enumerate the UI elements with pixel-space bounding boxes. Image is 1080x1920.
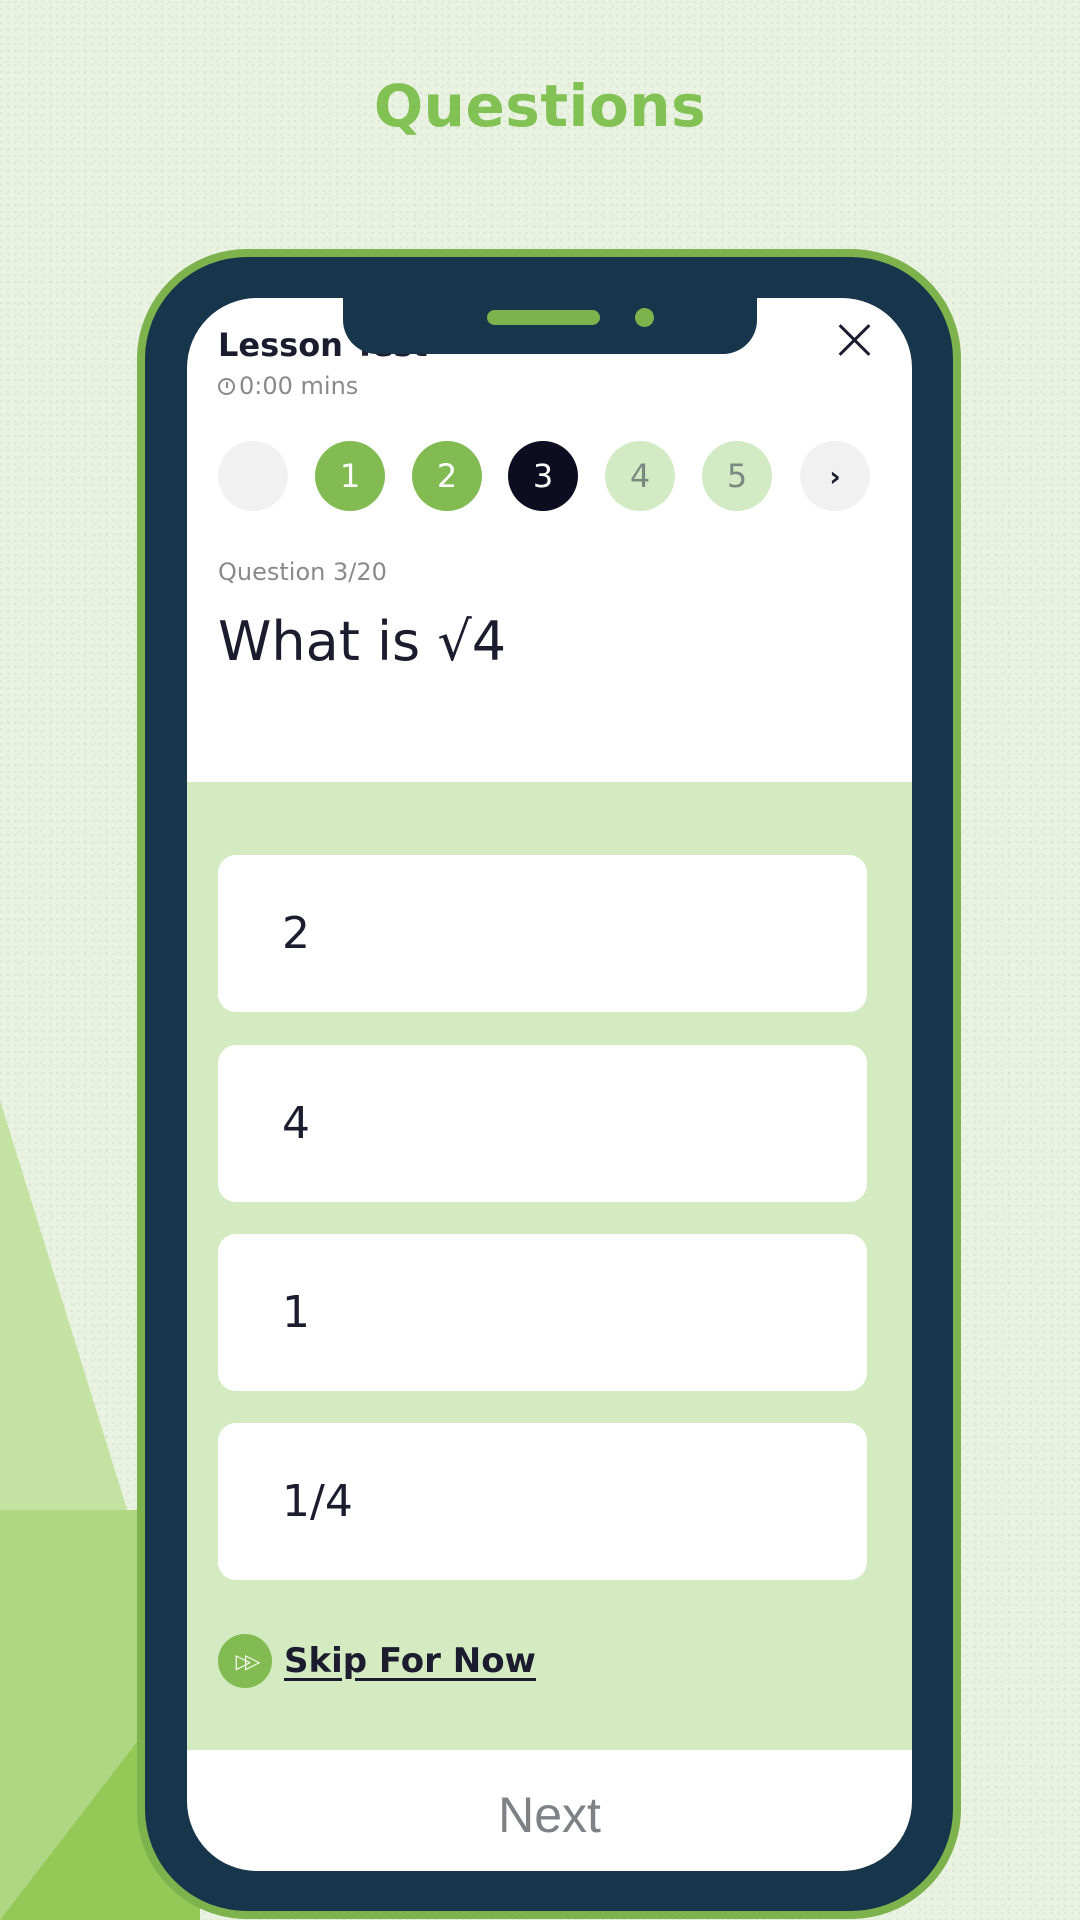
phone-frame: Lesson Test 0:00 mins 1 2 3 4 5 › Questi… xyxy=(137,249,961,1919)
skip-label: Skip For Now xyxy=(284,1641,536,1681)
answer-option[interactable]: 4 xyxy=(218,1045,867,1202)
answers-panel: 2 4 1 1/4 ▷▷ Skip For Now xyxy=(187,782,912,1750)
close-button[interactable] xyxy=(834,318,876,360)
step-previous[interactable] xyxy=(218,441,288,511)
question-stepper: 1 2 3 4 5 › xyxy=(218,441,883,511)
timer: 0:00 mins xyxy=(218,372,358,400)
step-3[interactable]: 3 xyxy=(508,441,578,511)
step-2[interactable]: 2 xyxy=(412,441,482,511)
step-1[interactable]: 1 xyxy=(315,441,385,511)
next-button[interactable]: Next xyxy=(187,1786,912,1846)
step-next-button[interactable]: › xyxy=(800,441,870,511)
skip-button[interactable]: ▷▷ Skip For Now xyxy=(218,1634,536,1688)
speaker-icon xyxy=(487,310,600,325)
step-5[interactable]: 5 xyxy=(702,441,772,511)
camera-icon xyxy=(635,308,654,327)
phone-screen: Lesson Test 0:00 mins 1 2 3 4 5 › Questi… xyxy=(187,298,912,1871)
step-4[interactable]: 4 xyxy=(605,441,675,511)
phone-notch xyxy=(343,298,757,354)
question-counter: Question 3/20 xyxy=(218,558,387,586)
answer-option[interactable]: 1/4 xyxy=(218,1423,867,1580)
answer-option[interactable]: 2 xyxy=(218,855,867,1012)
answer-option[interactable]: 1 xyxy=(218,1234,867,1391)
page-title: Questions xyxy=(373,72,707,140)
stopwatch-icon xyxy=(218,377,235,395)
question-text: What is √4 xyxy=(218,610,507,673)
fast-forward-icon: ▷▷ xyxy=(218,1634,272,1688)
chevron-right-icon: › xyxy=(829,459,841,493)
timer-value: 0:00 mins xyxy=(239,372,359,400)
